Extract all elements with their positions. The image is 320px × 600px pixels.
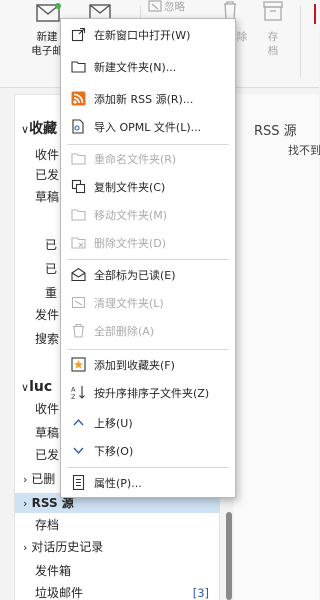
menu-label: 复制文件夹(C) [94,180,166,194]
chevron-right-icon[interactable]: › [23,473,27,486]
menu-move-folder[interactable]: 移动文件夹(M) [61,201,235,228]
menu-label: 属性(P)... [94,476,142,490]
chevron-down-icon[interactable]: ∨ [21,381,29,394]
menu-separator [67,467,229,468]
menu-move-up[interactable]: 上移(U) [61,409,235,436]
folder-inbox-fav[interactable]: 收件 [35,145,59,165]
menu-sort-ascending[interactable]: AZ 按升序排序子文件夹(Z) [61,379,235,406]
menu-label: 全部删除(A) [94,324,155,338]
context-menu: 在新窗口中打开(W) 新建文件夹(N)... 添加新 RSS 源(R)... 导… [60,18,236,498]
menu-properties[interactable]: 属性(P)... [61,469,235,496]
menu-label: 重命名文件夹(R) [94,152,177,166]
menu-import-opml[interactable]: 导入 OPML 文件(L)... [61,113,235,140]
chevron-right-icon[interactable]: › [23,541,27,554]
folder-conversation-history[interactable]: › 对话历史记录 [23,537,103,557]
account-group[interactable]: ∨luc [21,377,52,397]
message-list-pane: RSS 源 找不到 [234,94,320,600]
rename-folder-icon [70,150,86,166]
folder-drafts[interactable]: 草稿 [35,423,59,443]
menu-label: 上移(U) [94,416,133,430]
sort-az-icon: AZ [70,384,86,400]
menu-open-new-window[interactable]: 在新窗口中打开(W) [61,21,235,48]
menu-add-favorites[interactable]: 添加到收藏夹(F) [61,351,235,378]
folder-outbox[interactable]: 发件箱 [35,561,71,581]
menu-label: 新建文件夹(N)... [94,60,177,74]
menu-copy-folder[interactable]: 复制文件夹(C) [61,173,235,200]
move-folder-icon [70,206,86,222]
folder-junk[interactable]: 垃圾邮件 [3] [35,583,219,600]
folder-drafts-fav[interactable]: 草稿 [35,187,59,207]
menu-move-down[interactable]: 下移(O) [61,437,235,464]
menu-label: 下移(O) [94,444,134,458]
folder-search-fav[interactable]: 搜索 [35,329,59,349]
move-up-icon [70,414,86,430]
menu-label: 添加新 RSS 源(R)... [94,92,194,106]
message-list-title: RSS 源 [254,124,297,139]
folder-archive[interactable]: 存档 [35,515,59,535]
menu-label: 删除文件夹(D) [94,236,167,250]
delete-all-icon [70,322,86,338]
cleanup-folder-icon [70,294,86,310]
delete-folder-icon [70,234,86,250]
folder-inbox[interactable]: 收件 [35,399,59,419]
mark-read-icon [70,266,86,282]
archive-button[interactable]: 存 档 [266,30,280,58]
folder-sent[interactable]: 已发 [35,445,59,465]
folder-outbox-fav[interactable]: 发件 [35,305,59,325]
menu-mark-all-read[interactable]: 全部标为已读(E) [61,261,235,288]
folder-nested-1[interactable]: 已 [45,235,57,255]
svg-text:Z: Z [71,393,76,400]
menu-delete-all[interactable]: 全部删除(A) [61,317,235,344]
folder-nested-2[interactable]: 已 [45,259,57,279]
menu-cleanup-folder[interactable]: 清理文件夹(L) [61,289,235,316]
copy-folder-icon [70,178,86,194]
archive-icon[interactable] [262,0,284,25]
chevron-down-icon[interactable]: ∨ [21,123,29,136]
menu-label: 导入 OPML 文件(L)... [94,120,202,134]
favorite-star-icon [70,356,86,372]
menu-label: 清理文件夹(L) [94,296,164,310]
ribbon-separator [300,6,301,78]
favorites-group[interactable]: ∨收藏 [21,119,57,139]
menu-add-rss[interactable]: 添加新 RSS 源(R)... [61,85,235,112]
ignore-button[interactable]: 忽略 [164,0,194,14]
delete-button[interactable]: 除 [236,30,248,44]
move-down-icon [70,442,86,458]
folder-nested-3[interactable]: 重 [45,283,57,303]
menu-label: 在新窗口中打开(W) [94,28,191,42]
menu-label: 添加到收藏夹(F) [94,358,175,372]
new-folder-icon [70,58,86,74]
properties-icon [70,474,86,490]
import-opml-icon [70,118,86,134]
rss-icon [70,90,86,106]
junk-count-badge: [3] [192,586,209,600]
menu-label: 按升序排序子文件夹(Z) [94,386,210,400]
menu-new-folder[interactable]: 新建文件夹(N)... [61,53,235,80]
folder-sent-fav[interactable]: 已发 [35,165,59,185]
ribbon-red-marker [314,4,316,24]
menu-delete-folder[interactable]: 删除文件夹(D) [61,229,235,256]
menu-rename-folder[interactable]: 重命名文件夹(R) [61,145,235,172]
menu-label: 全部标为已读(E) [94,268,176,282]
menu-separator [67,349,229,350]
menu-separator [67,259,229,260]
empty-state-text: 找不到 [288,144,320,157]
open-window-icon [70,26,86,42]
chevron-right-icon[interactable]: › [23,497,27,510]
folder-deleted[interactable]: › 已删 [23,469,55,489]
menu-label: 移动文件夹(M) [94,208,168,222]
new-email-icon[interactable] [36,2,62,27]
ignore-icon[interactable] [148,0,162,15]
folder-pane-scrollbar[interactable] [226,512,232,600]
